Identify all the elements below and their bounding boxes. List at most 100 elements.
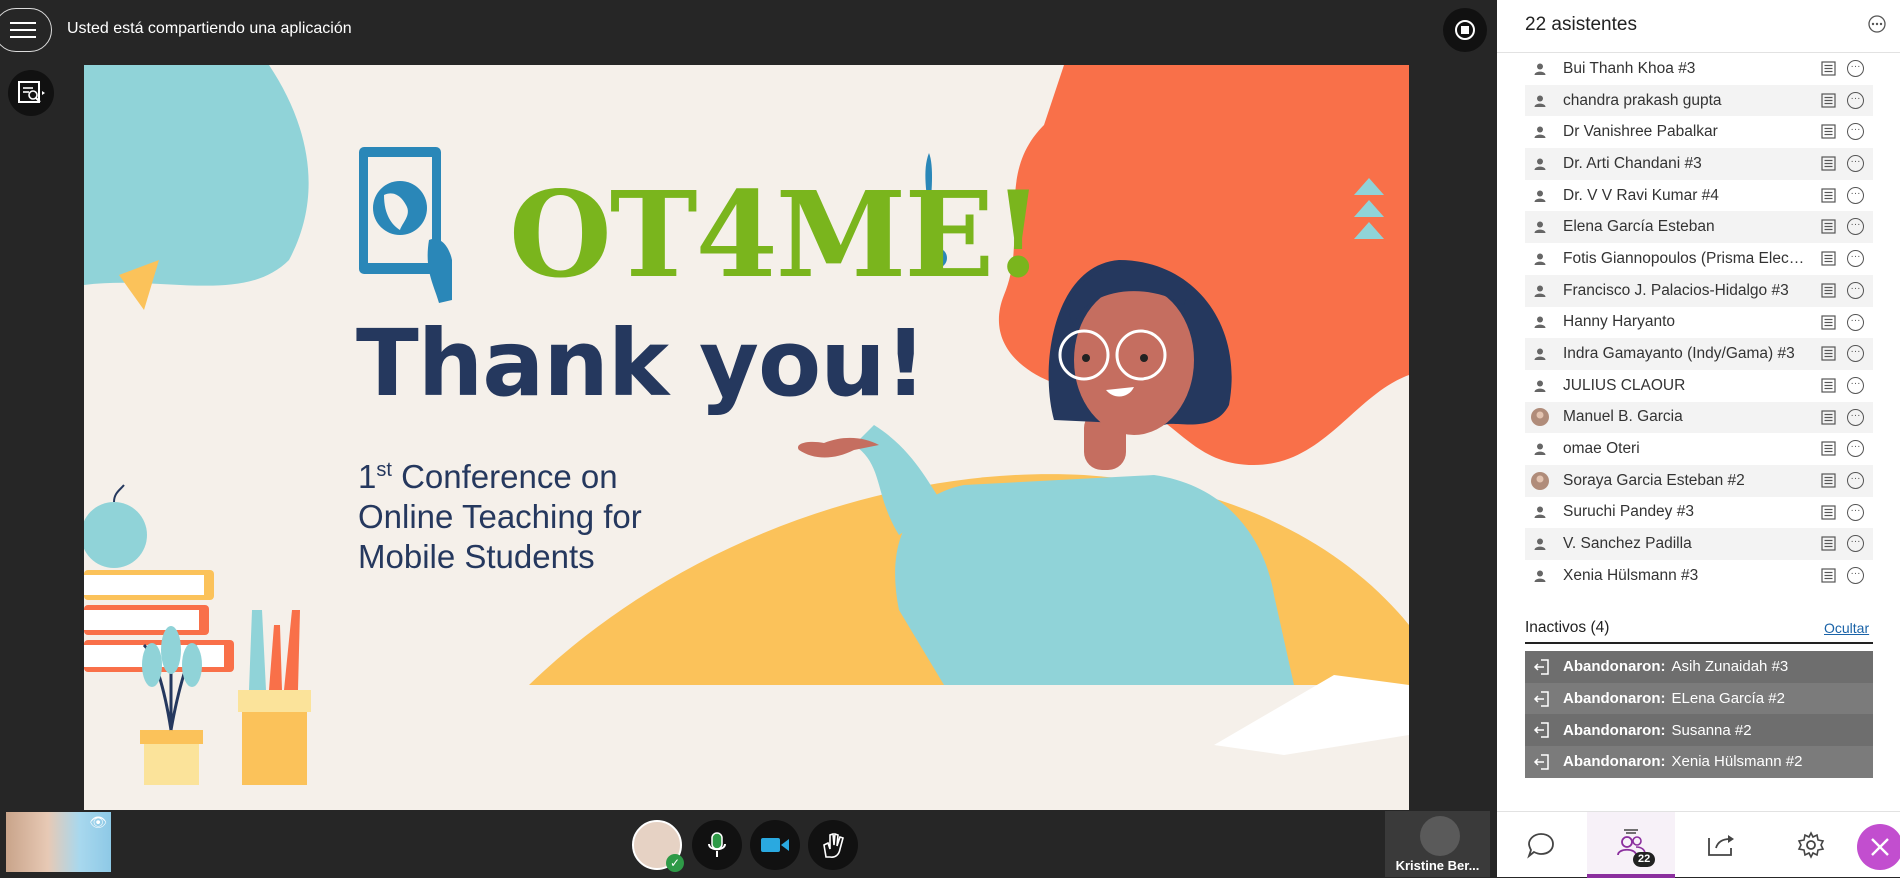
more-options-icon[interactable]: ··· xyxy=(1847,535,1864,553)
tab-attendees[interactable]: 22 xyxy=(1587,812,1675,878)
attendee-list: Bui Thanh Khoa #3 ··· chandra prakash gupt… xyxy=(1525,53,1873,592)
raise-hand-button[interactable] xyxy=(808,820,858,870)
inactive-status-label: Abandonaron: xyxy=(1563,690,1666,708)
person-icon xyxy=(1529,533,1551,555)
captions-icon[interactable] xyxy=(1821,473,1836,488)
captions-icon[interactable] xyxy=(1821,283,1836,298)
attendee-row[interactable]: Indra Gamayanto (Indy/Gama) #3 ··· xyxy=(1525,338,1873,370)
captions-icon[interactable] xyxy=(1821,124,1836,139)
more-options-icon[interactable]: ··· xyxy=(1847,155,1864,173)
attendee-name: Indra Gamayanto (Indy/Gama) #3 xyxy=(1563,345,1795,363)
panel-tabs: 22 xyxy=(1497,811,1900,878)
tab-chat[interactable] xyxy=(1497,812,1585,878)
hide-inactive-link[interactable]: Ocultar xyxy=(1824,620,1869,636)
attendee-row[interactable]: Soraya Garcia Esteban #2 ··· xyxy=(1525,464,1873,497)
conference-title: 1st Conference on Online Teaching for Mo… xyxy=(358,450,642,577)
shared-slide: OT4ME! Thank you! 1st Conference on Onli… xyxy=(84,65,1409,810)
stop-sharing-button[interactable] xyxy=(1443,8,1487,52)
my-status-avatar[interactable]: ✓ xyxy=(632,820,684,872)
captions-icon[interactable] xyxy=(1821,536,1836,551)
attendee-row[interactable]: Fotis Giannopoulos (Prisma Electronics) ·… xyxy=(1525,243,1873,275)
camera-button[interactable] xyxy=(750,820,800,870)
more-options-icon[interactable]: ··· xyxy=(1847,376,1864,394)
more-options-icon[interactable]: ··· xyxy=(1847,186,1864,204)
conference-line1: Conference on xyxy=(391,458,618,495)
more-options-icon[interactable]: ··· xyxy=(1847,503,1864,521)
attendee-row[interactable]: chandra prakash gupta ··· xyxy=(1525,84,1873,117)
attendee-row[interactable]: Suruchi Pandey #3 ··· xyxy=(1525,497,1873,529)
inactive-row: Abandonaron: ELena García #2 xyxy=(1525,682,1873,715)
attendee-name: Suruchi Pandey #3 xyxy=(1563,503,1694,521)
inactive-row: Abandonaron: Xenia Hülsmann #2 xyxy=(1525,746,1873,778)
attendee-row[interactable]: JULIUS CLAOUR ··· xyxy=(1525,370,1873,402)
attendee-row[interactable]: Dr. Arti Chandani #3 ··· xyxy=(1525,148,1873,180)
more-options-icon[interactable]: ··· xyxy=(1847,123,1864,141)
attendee-name: Francisco J. Palacios-Hidalgo #3 xyxy=(1563,281,1789,299)
attendee-row[interactable]: Bui Thanh Khoa #3 ··· xyxy=(1525,53,1873,85)
attendee-name: Fotis Giannopoulos (Prisma Electronics) xyxy=(1563,249,1808,267)
video-camera-icon xyxy=(761,838,789,852)
more-options-icon[interactable]: ··· xyxy=(1847,408,1864,426)
person-icon xyxy=(1529,185,1551,207)
attendee-row[interactable]: Hanny Haryanto ··· xyxy=(1525,307,1873,339)
more-options-icon[interactable]: ··· xyxy=(1847,250,1864,268)
tab-share-content[interactable] xyxy=(1677,812,1765,878)
captions-icon[interactable] xyxy=(1821,219,1836,235)
attendee-row[interactable]: V. Sanchez Padilla ··· xyxy=(1525,528,1873,560)
captions-icon[interactable] xyxy=(1821,409,1836,425)
person-icon xyxy=(1529,501,1551,523)
inactive-status-label: Abandonaron: xyxy=(1563,753,1666,771)
captions-icon[interactable] xyxy=(1821,156,1836,171)
captions-icon[interactable] xyxy=(1821,441,1836,456)
sharing-status-text: Usted está compartiendo una aplicación xyxy=(67,20,352,37)
captions-icon[interactable] xyxy=(1821,93,1836,108)
more-options-icon[interactable]: ··· xyxy=(1847,281,1864,299)
menu-button[interactable] xyxy=(0,8,52,52)
self-video-preview[interactable]: 👁 xyxy=(6,812,111,872)
more-options-icon[interactable]: ··· xyxy=(1847,218,1864,236)
eye-icon[interactable]: 👁 xyxy=(89,814,107,831)
captions-icon[interactable] xyxy=(1821,568,1836,583)
attendee-row[interactable]: Dr. V V Ravi Kumar #4 ··· xyxy=(1525,180,1873,212)
person-icon xyxy=(1529,121,1551,143)
more-options-icon[interactable]: ··· xyxy=(1847,313,1864,331)
attendee-row[interactable]: Xenia Hülsmann #3 ··· xyxy=(1525,560,1873,592)
more-options-icon[interactable]: ··· xyxy=(1847,91,1864,109)
more-options-icon[interactable] xyxy=(1867,14,1887,34)
inactive-list: Abandonaron: Asih Zunaidah #3 Abandonaron:… xyxy=(1525,651,1873,778)
microphone-button[interactable] xyxy=(692,820,742,870)
attendee-row[interactable]: Francisco J. Palacios-Hidalgo #3 ··· xyxy=(1525,274,1873,307)
attendee-row[interactable]: Manuel B. Garcia ··· xyxy=(1525,401,1873,434)
chat-bubble-icon xyxy=(1527,833,1554,859)
person-icon xyxy=(1529,90,1551,112)
inactive-name: Susanna #2 xyxy=(1671,721,1752,739)
ot4me-logo: OT4ME! xyxy=(509,165,1044,304)
captions-icon[interactable] xyxy=(1821,188,1836,203)
captions-icon[interactable] xyxy=(1821,505,1836,520)
close-panel-button[interactable] xyxy=(1857,824,1900,870)
more-options-icon[interactable]: ··· xyxy=(1847,471,1864,489)
attendees-count-title: 22 asistentes xyxy=(1525,14,1637,35)
left-session-icon xyxy=(1533,754,1549,770)
captions-icon[interactable] xyxy=(1821,61,1836,76)
more-options-icon[interactable]: ··· xyxy=(1847,60,1864,77)
attendee-name: Dr. Arti Chandani #3 xyxy=(1563,154,1702,172)
tab-settings[interactable] xyxy=(1767,812,1855,878)
more-options-icon[interactable]: ··· xyxy=(1847,345,1864,363)
attendee-name: JULIUS CLAOUR xyxy=(1563,376,1686,394)
inactive-row: Abandonaron: Asih Zunaidah #3 xyxy=(1525,651,1873,683)
more-options-icon[interactable]: ··· xyxy=(1847,440,1864,458)
attendee-row[interactable]: omae Oteri ··· xyxy=(1525,433,1873,465)
presenter-video-tile[interactable]: Kristine Ber... xyxy=(1385,811,1490,877)
attendee-row[interactable]: Dr Vanishree Pabalkar ··· xyxy=(1525,116,1873,148)
more-options-icon[interactable]: ··· xyxy=(1847,567,1864,584)
captions-icon[interactable] xyxy=(1821,378,1836,393)
attendee-row[interactable]: Elena García Esteban ··· xyxy=(1525,211,1873,244)
captions-icon[interactable] xyxy=(1821,346,1836,361)
zoom-view-button[interactable] xyxy=(8,70,54,116)
captions-icon[interactable] xyxy=(1821,314,1836,330)
zoom-document-icon xyxy=(18,81,45,103)
person-icon xyxy=(1529,343,1551,365)
presenter-avatar xyxy=(1420,816,1460,856)
captions-icon[interactable] xyxy=(1821,251,1836,266)
